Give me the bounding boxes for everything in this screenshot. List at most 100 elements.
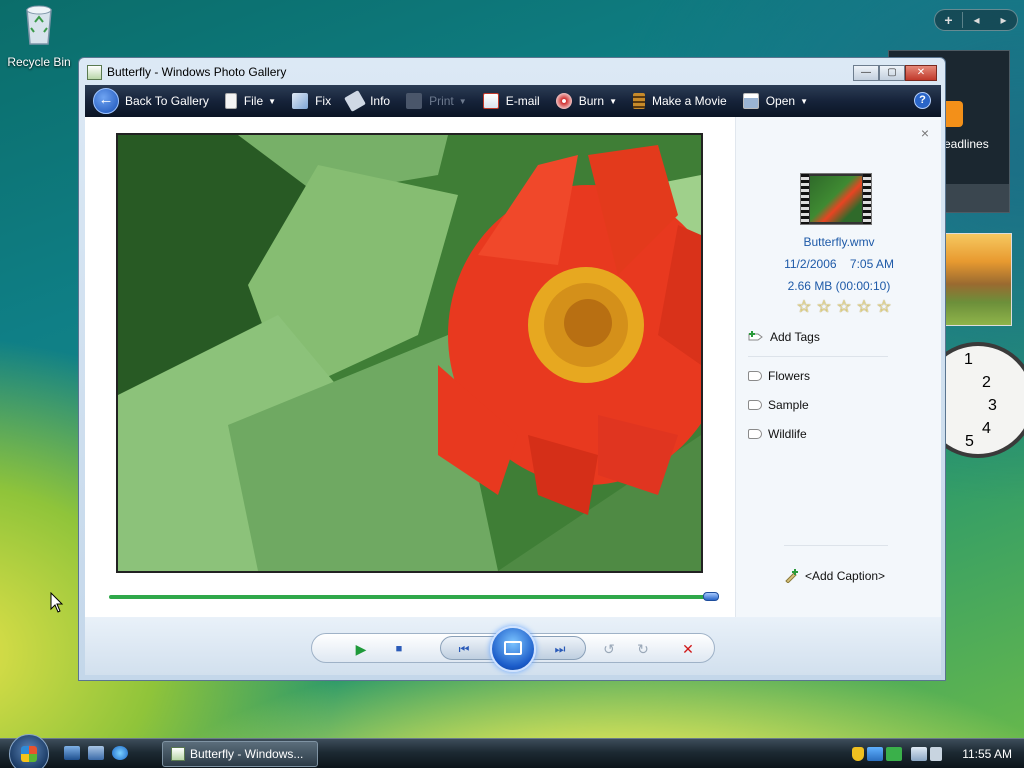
star-icon[interactable]: ☆ [794, 297, 814, 317]
seek-bar[interactable] [109, 592, 719, 601]
show-desktop-icon[interactable] [64, 746, 80, 760]
disc-burn-icon [555, 93, 572, 109]
close-window-button[interactable]: ✕ [905, 65, 937, 81]
open-menu-button[interactable]: Open ▼ [735, 85, 816, 117]
tag-icon [748, 429, 762, 439]
film-strip-left [801, 174, 809, 224]
slideshow-button[interactable] [490, 626, 536, 672]
window-title: Butterfly - Windows Photo Gallery [107, 65, 287, 79]
file-name[interactable]: Butterfly.wmv [736, 235, 942, 249]
fix-button[interactable]: Fix [284, 85, 339, 117]
photo-gallery-app-icon [87, 64, 102, 80]
pencil-icon [785, 569, 798, 583]
info-button[interactable]: Info [339, 85, 398, 117]
taskbar-clock[interactable]: 11:55 AM [962, 747, 1012, 761]
chevron-down-icon: ▼ [800, 96, 808, 106]
tag-item[interactable]: Sample [748, 398, 809, 412]
command-toolbar: ← Back To Gallery File ▼ Fix Info Print … [85, 85, 941, 117]
print-menu-button: Print ▼ [398, 85, 475, 117]
chevron-down-icon: ▼ [609, 96, 617, 106]
printer-icon [406, 93, 423, 109]
thumbnail-image [810, 176, 862, 222]
window-titlebar[interactable]: Butterfly - Windows Photo Gallery — ▢ ✕ [79, 58, 945, 86]
media-viewer [85, 117, 735, 617]
file-menu-label: File [243, 94, 264, 108]
star-icon[interactable]: ☆ [834, 297, 854, 317]
internet-explorer-icon[interactable] [112, 746, 128, 760]
sync-icon[interactable] [886, 747, 902, 761]
security-shield-icon[interactable] [852, 747, 864, 761]
window-buttons: — ▢ ✕ [853, 65, 937, 81]
burn-label: Burn [578, 94, 605, 108]
fix-icon [292, 93, 309, 109]
info-pane: × Butterfly.wmv 11/2/2006 7:05 AM 2.66 M… [735, 117, 941, 617]
fix-label: Fix [315, 94, 332, 108]
star-icon[interactable]: ☆ [854, 297, 874, 317]
taskbar-button-photo-gallery[interactable]: Butterfly - Windows... [162, 741, 318, 767]
file-icon [224, 93, 237, 109]
chevron-down-icon: ▼ [268, 96, 277, 106]
start-button[interactable] [9, 734, 49, 768]
make-a-movie-label: Make a Movie [652, 94, 727, 108]
switch-windows-icon[interactable] [88, 746, 104, 760]
back-to-gallery-label: Back To Gallery [125, 94, 209, 108]
playback-controls-area: ▶ ■ ⏮ ⏭ ↺ ↻ ✕ [85, 617, 941, 675]
stop-icon[interactable]: ■ [390, 640, 408, 658]
play-icon[interactable]: ▶ [352, 640, 370, 658]
next-gadget-icon[interactable]: ▸ [990, 13, 1017, 27]
add-tag-icon [748, 331, 763, 341]
clock-numeral-2: 2 [982, 374, 991, 391]
make-a-movie-button[interactable]: Make a Movie [625, 85, 735, 117]
sidebar-controls[interactable]: + ◂ ▸ [934, 9, 1018, 31]
open-window-icon [742, 93, 759, 109]
previous-gadget-icon[interactable]: ◂ [963, 13, 990, 27]
add-tags-button[interactable]: Add Tags [748, 330, 820, 344]
help-icon[interactable]: ? [914, 92, 931, 109]
close-info-pane-icon[interactable]: × [921, 125, 929, 141]
seek-thumb[interactable] [703, 592, 719, 601]
tag-item[interactable]: Flowers [748, 369, 810, 383]
recycle-bin[interactable]: Recycle Bin [6, 2, 72, 69]
file-size: 2.66 MB (00:00:10) [787, 279, 891, 293]
tag-icon [748, 371, 762, 381]
divider [784, 545, 888, 546]
network-icon[interactable] [867, 747, 883, 761]
back-to-gallery-button[interactable]: ← Back To Gallery [85, 85, 217, 117]
tag-label: Sample [768, 398, 809, 412]
tag-item[interactable]: Wildlife [748, 427, 807, 441]
open-label: Open [765, 94, 796, 108]
add-caption-label: <Add Caption> [805, 569, 886, 583]
rotate-right-icon[interactable]: ↻ [634, 640, 652, 658]
rotate-left-icon[interactable]: ↺ [600, 640, 618, 658]
previous-icon[interactable]: ⏮ [455, 640, 473, 658]
clock-numeral-5: 5 [965, 433, 974, 450]
photo-gallery-window[interactable]: Butterfly - Windows Photo Gallery — ▢ ✕ … [78, 57, 946, 681]
email-button[interactable]: E-mail [475, 85, 548, 117]
video-frame[interactable] [116, 133, 703, 573]
print-label: Print [429, 94, 454, 108]
add-gadget-icon[interactable]: + [935, 12, 963, 28]
burn-menu-button[interactable]: Burn ▼ [548, 85, 625, 117]
star-rating[interactable]: ☆ ☆ ☆ ☆ ☆ [794, 297, 894, 317]
add-caption-button[interactable]: <Add Caption> [784, 569, 885, 583]
tag-label: Wildlife [768, 427, 807, 441]
monitor-icon[interactable] [911, 747, 927, 761]
windows-logo-icon [21, 746, 37, 762]
file-menu-button[interactable]: File ▼ [217, 85, 284, 117]
taskbar: Butterfly - Windows... 11:55 AM [0, 734, 1024, 768]
star-icon[interactable]: ☆ [814, 297, 834, 317]
star-icon[interactable]: ☆ [874, 297, 894, 317]
slideshow-gadget[interactable] [944, 233, 1012, 326]
minimize-button[interactable]: — [853, 65, 879, 81]
next-icon[interactable]: ⏭ [551, 640, 569, 658]
volume-muted-icon[interactable] [930, 747, 942, 761]
recycle-bin-label: Recycle Bin [7, 55, 71, 69]
date-value: 11/2/2006 [784, 257, 837, 271]
date-taken[interactable]: 11/2/2006 7:05 AM [736, 257, 942, 271]
maximize-button[interactable]: ▢ [879, 65, 905, 81]
flower-image [118, 135, 701, 571]
delete-icon[interactable]: ✕ [679, 640, 697, 658]
clock-numeral-1: 1 [964, 351, 973, 368]
video-thumbnail [800, 173, 872, 225]
back-arrow-icon: ← [93, 88, 119, 114]
